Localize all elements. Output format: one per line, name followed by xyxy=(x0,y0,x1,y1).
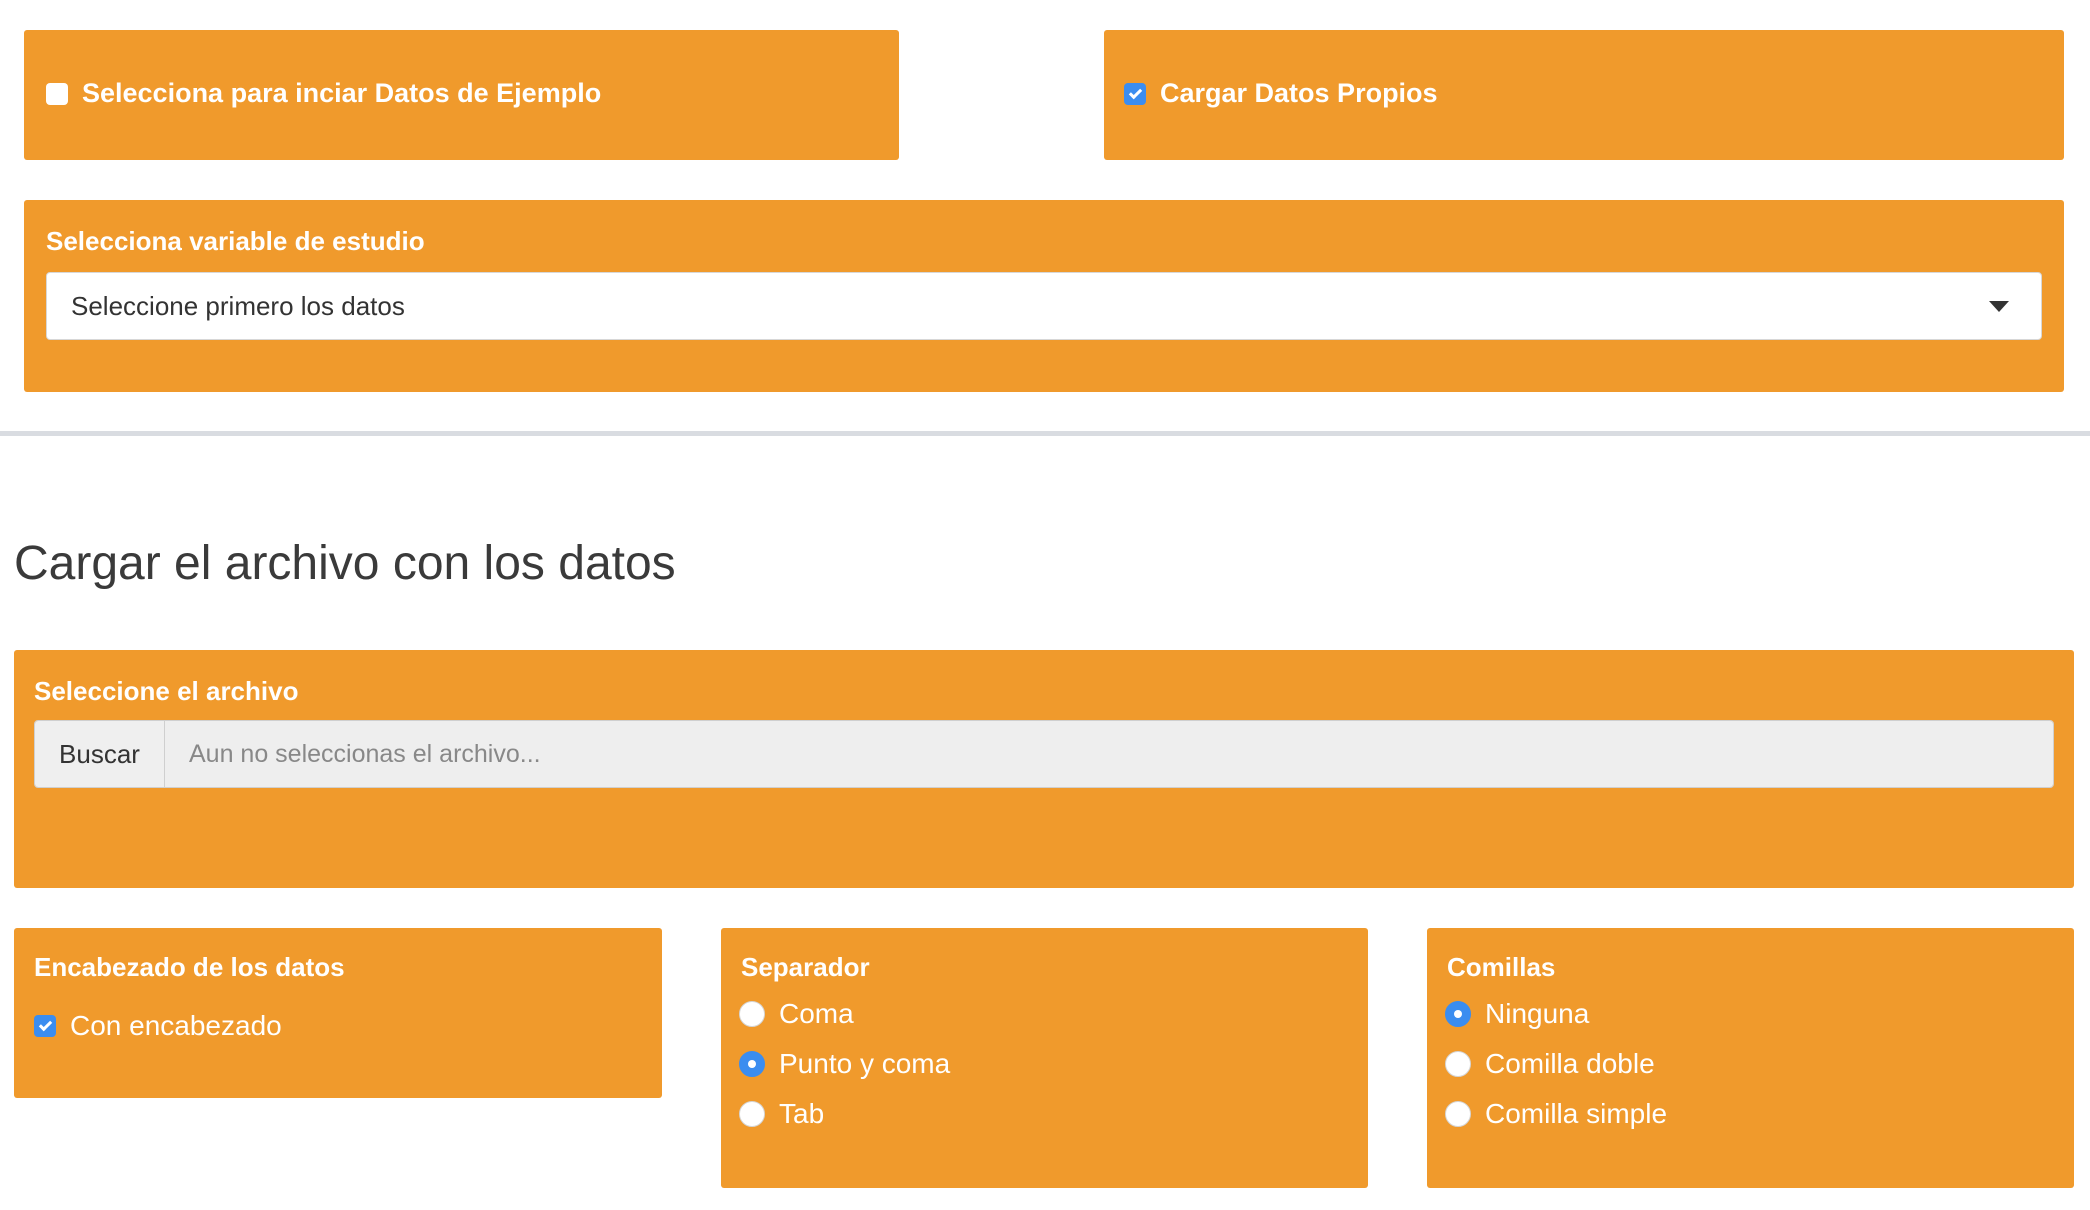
example-data-checkbox-row[interactable]: Selecciona para inciar Datos de Ejemplo xyxy=(46,78,601,109)
quotes-heading: Comillas xyxy=(1447,952,1556,982)
header-options-heading: Encabezado de los datos xyxy=(34,952,345,982)
quotes-panel: Comillas Ninguna Comilla doble Comilla s… xyxy=(1427,928,2074,1188)
separator-radio-punto-y-coma[interactable] xyxy=(739,1051,765,1077)
quotes-radio-comilla-doble[interactable] xyxy=(1445,1051,1471,1077)
page: Selecciona para inciar Datos de Ejemplo … xyxy=(0,0,2090,1210)
separator-option-tab[interactable]: Tab xyxy=(739,1098,824,1130)
header-options-panel: Encabezado de los datos Con encabezado xyxy=(14,928,662,1098)
separator-radio-tab[interactable] xyxy=(739,1101,765,1127)
separator-option-label: Punto y coma xyxy=(779,1048,951,1079)
example-data-panel: Selecciona para inciar Datos de Ejemplo xyxy=(24,30,899,160)
separator-panel: Separador Coma Punto y coma Tab xyxy=(721,928,1368,1188)
separator-heading: Separador xyxy=(741,952,870,982)
radio-dot-icon xyxy=(748,1060,756,1068)
file-input-group: Buscar Aun no seleccionas el archivo... xyxy=(34,720,2054,788)
quotes-option-comilla-doble[interactable]: Comilla doble xyxy=(1445,1048,1655,1080)
example-data-checkbox-label: Selecciona para inciar Datos de Ejemplo xyxy=(82,78,602,108)
quotes-option-label: Ninguna xyxy=(1485,998,1590,1029)
example-data-checkbox[interactable] xyxy=(46,82,68,105)
file-upload-heading: Seleccione el archivo xyxy=(34,676,299,706)
quotes-radio-ninguna[interactable] xyxy=(1445,1001,1471,1027)
variable-select-value: Seleccione primero los datos xyxy=(71,290,405,321)
own-data-panel: Cargar Datos Propios xyxy=(1104,30,2064,160)
checkmark-icon xyxy=(1128,85,1142,99)
separator-option-label: Tab xyxy=(779,1098,825,1129)
variable-select-panel: Selecciona variable de estudio Seleccion… xyxy=(24,200,2064,392)
browse-button[interactable]: Buscar xyxy=(35,721,165,787)
quotes-option-label: Comilla simple xyxy=(1485,1098,1668,1129)
with-header-checkbox[interactable] xyxy=(34,1015,56,1037)
separator-option-coma[interactable]: Coma xyxy=(739,998,854,1030)
caret-down-icon xyxy=(1989,301,2009,312)
radio-dot-icon xyxy=(1454,1010,1462,1018)
separator-radio-coma[interactable] xyxy=(739,1001,765,1027)
quotes-option-label: Comilla doble xyxy=(1485,1048,1655,1079)
file-name-field[interactable]: Aun no seleccionas el archivo... xyxy=(165,721,2053,787)
separator-option-label: Coma xyxy=(779,998,854,1029)
variable-select-heading: Selecciona variable de estudio xyxy=(46,226,425,256)
quotes-option-comilla-simple[interactable]: Comilla simple xyxy=(1445,1098,1667,1130)
separator-option-punto-y-coma[interactable]: Punto y coma xyxy=(739,1048,950,1080)
variable-select-dropdown[interactable]: Seleccione primero los datos xyxy=(46,272,2042,340)
own-data-checkbox-label: Cargar Datos Propios xyxy=(1160,78,1438,108)
own-data-checkbox[interactable] xyxy=(1124,82,1146,105)
section-divider xyxy=(0,431,2090,436)
with-header-checkbox-row[interactable]: Con encabezado xyxy=(34,1010,282,1042)
with-header-checkbox-label: Con encabezado xyxy=(70,1010,282,1041)
quotes-option-ninguna[interactable]: Ninguna xyxy=(1445,998,1589,1030)
quotes-radio-comilla-simple[interactable] xyxy=(1445,1101,1471,1127)
upload-section-title: Cargar el archivo con los datos xyxy=(14,537,676,590)
own-data-checkbox-row[interactable]: Cargar Datos Propios xyxy=(1124,78,1438,109)
file-upload-panel: Seleccione el archivo Buscar Aun no sele… xyxy=(14,650,2074,888)
checkmark-icon xyxy=(38,1017,52,1032)
